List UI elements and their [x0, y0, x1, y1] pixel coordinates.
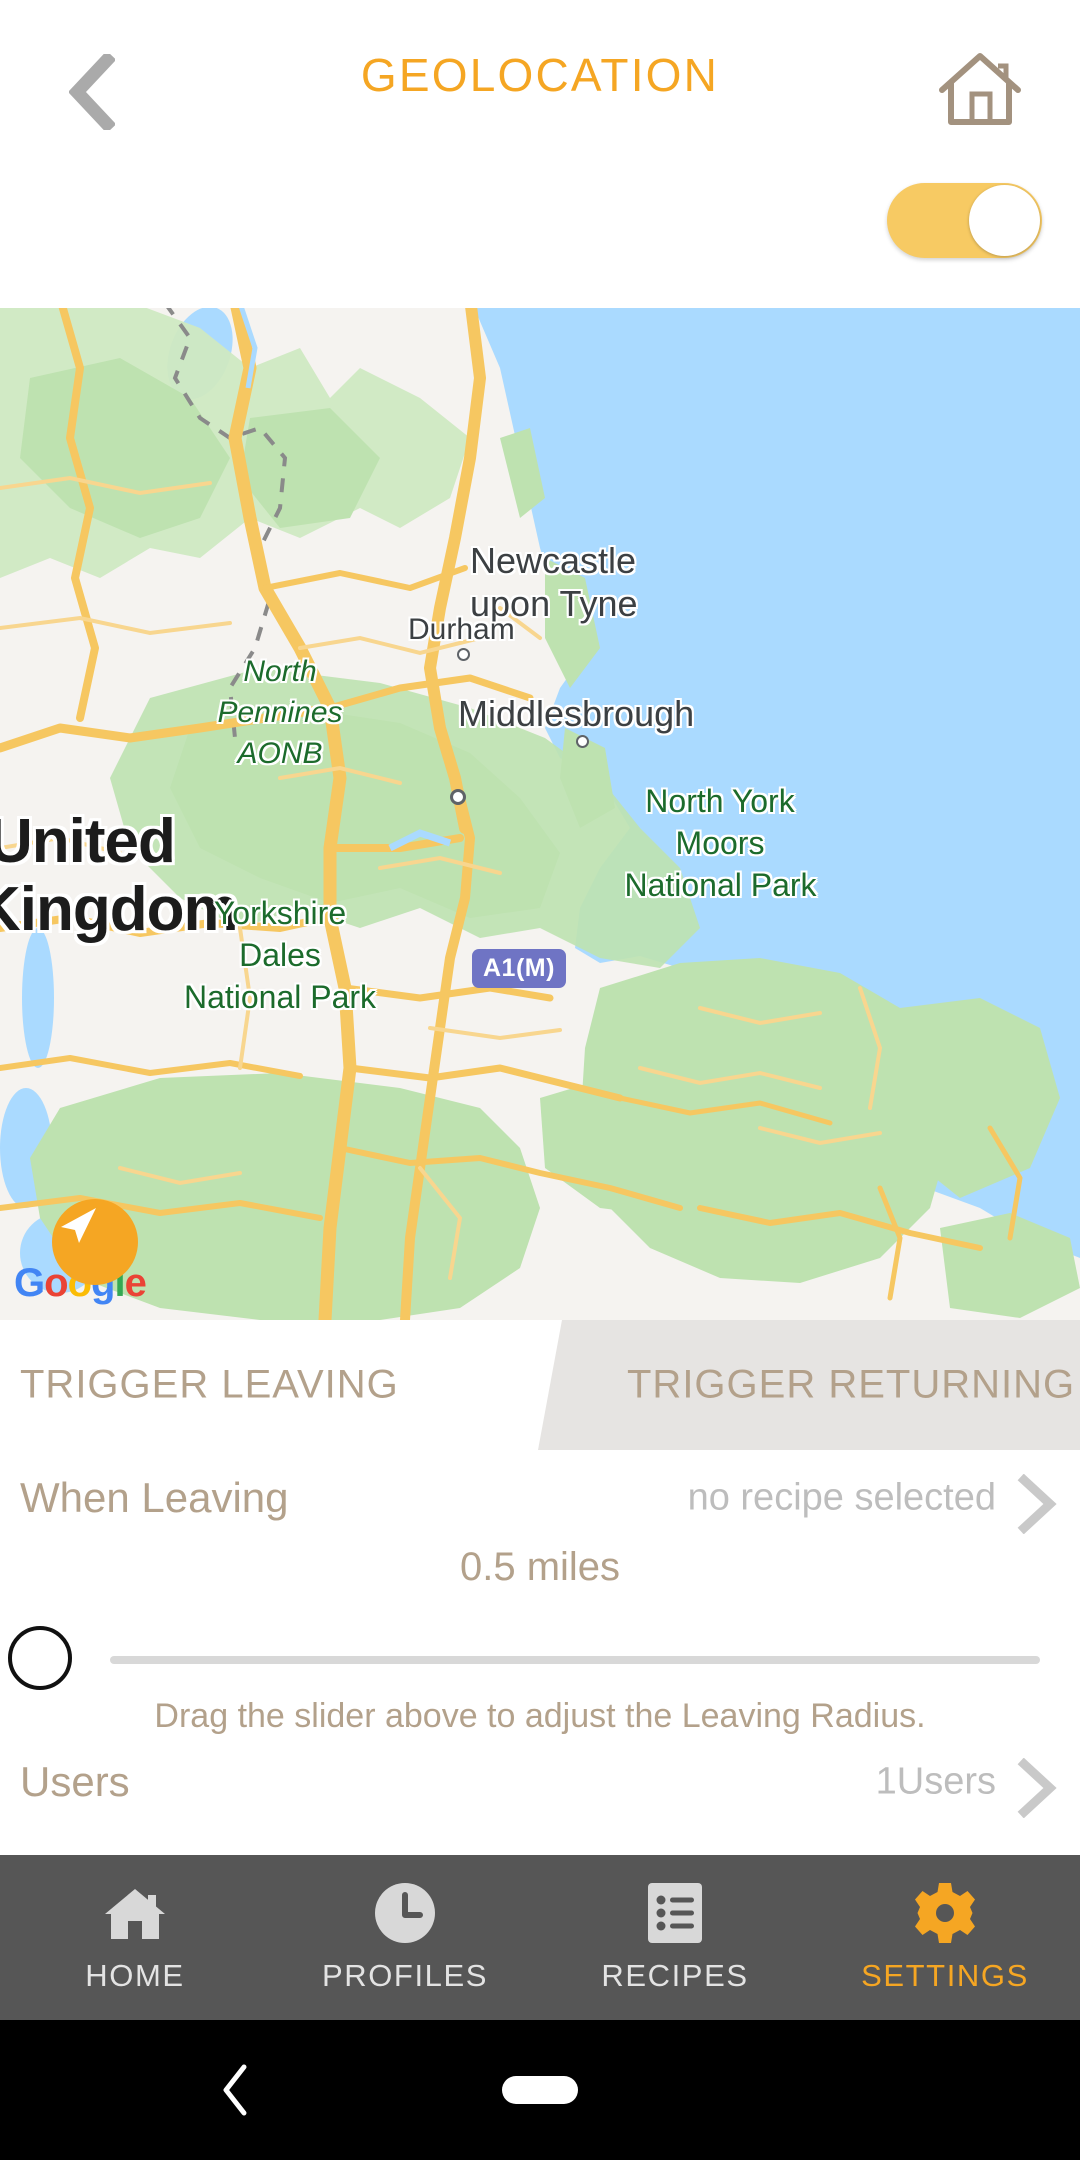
nav-item-profiles[interactable]: PROFILES: [270, 1855, 540, 2020]
chevron-right-icon: [1012, 1473, 1060, 1535]
system-home-pill[interactable]: [502, 2076, 578, 2104]
app-header: GEOLOCATION: [0, 0, 1080, 308]
home-outline-icon: [936, 50, 1024, 135]
users-value: 1Users: [875, 1760, 996, 1803]
map-label-newcastle-line1: Newcastle: [470, 540, 637, 581]
home-filled-icon: [102, 1882, 168, 1944]
app-root: GEOLOCATION United Kingdom Newcastle upo…: [0, 0, 1080, 2160]
when-leaving-label: When Leaving: [20, 1474, 289, 1521]
when-leaving-value: no recipe selected: [687, 1476, 996, 1519]
list-document-icon: [646, 1882, 704, 1944]
radius-value-label: 0.5 miles: [459, 1545, 621, 1589]
slider-thumb[interactable]: [8, 1626, 72, 1690]
map-view[interactable]: United Kingdom Newcastle upon Tyne Durha…: [0, 308, 1080, 1320]
map-label-pennines-line1: North: [243, 655, 317, 688]
system-navigation-bar: [0, 2020, 1080, 2160]
map-label-nymoors-line1: North York: [645, 783, 795, 819]
system-back-icon[interactable]: [214, 2062, 254, 2118]
google-logo-letter: G: [14, 1261, 45, 1305]
geolocation-toggle[interactable]: [887, 183, 1042, 258]
nav-item-recipes[interactable]: RECIPES: [540, 1855, 810, 2020]
nav-item-home[interactable]: HOME: [0, 1855, 270, 2020]
nav-label-profiles: PROFILES: [321, 1957, 489, 1993]
tab-trigger-leaving[interactable]: TRIGGER LEAVING: [20, 1363, 399, 1408]
city-dot-middlesbrough: [576, 735, 589, 748]
city-dot-newcastle: [450, 789, 466, 805]
map-label-dales-line1: Yorkshire: [213, 895, 347, 931]
city-dot-durham: [457, 648, 470, 661]
gear-icon: [913, 1882, 977, 1944]
map-label-dales-line3: National Park: [183, 979, 377, 1015]
map-label-middlesbrough: Middlesbrough: [458, 693, 695, 734]
toggle-knob: [969, 185, 1040, 256]
slider-track[interactable]: [110, 1656, 1040, 1664]
users-label: Users: [20, 1758, 130, 1805]
map-label-nymoors-line3: National Park: [624, 867, 817, 903]
my-location-button[interactable]: [52, 1199, 138, 1285]
clock-icon: [374, 1882, 436, 1944]
trigger-tabs: TRIGGER LEAVING TRIGGER RETURNING: [0, 1320, 1080, 1450]
map-label-country-line1: United: [0, 807, 176, 876]
radius-hint-text: Drag the slider above to adjust the Leav…: [154, 1697, 926, 1735]
road-shield-a1m: A1(M): [472, 949, 566, 988]
when-leaving-row[interactable]: When Leaving no recipe selected: [0, 1450, 1080, 1546]
map-label-pennines-line2: Pennines: [217, 696, 343, 729]
nav-label-recipes: RECIPES: [601, 1957, 749, 1993]
nav-label-home: HOME: [85, 1957, 185, 1993]
radius-slider[interactable]: [0, 1618, 1080, 1698]
home-button[interactable]: [928, 40, 1032, 144]
chevron-right-icon: [1012, 1757, 1060, 1819]
nav-item-settings[interactable]: SETTINGS: [810, 1855, 1080, 2020]
nav-label-settings: SETTINGS: [861, 1957, 1029, 1993]
bottom-navigation: HOME PROFILES RECIPES SETTINGS: [0, 1855, 1080, 2020]
users-row[interactable]: Users 1Users: [0, 1734, 1080, 1830]
map-label-pennines-line3: AONB: [237, 737, 323, 770]
map-label-dales-line2: Dales: [239, 937, 321, 973]
map-label-nymoors-line2: Moors: [675, 825, 765, 861]
map-label-durham: Durham: [408, 613, 515, 646]
tab-trigger-returning[interactable]: TRIGGER RETURNING: [627, 1363, 1075, 1408]
page-title: GEOLOCATION: [360, 49, 720, 101]
